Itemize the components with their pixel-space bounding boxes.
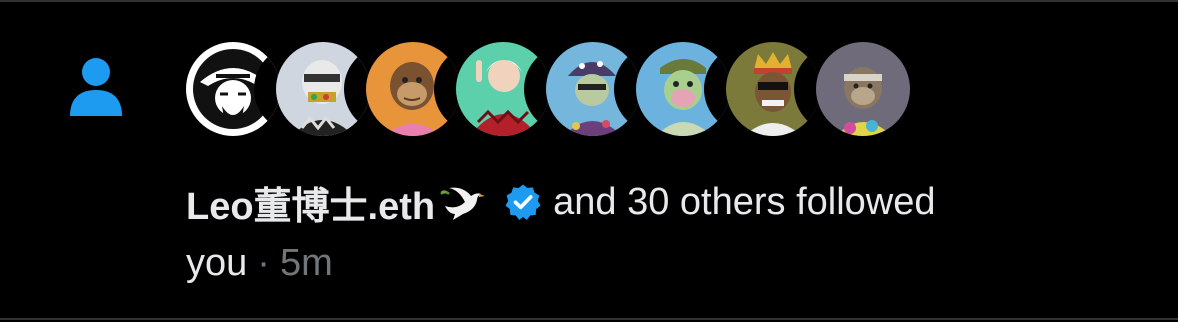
dove-emoji-icon (440, 187, 486, 220)
notification-text: Leo董博士.eth and 30 others followed (186, 174, 936, 230)
verified-badge-icon (505, 184, 541, 220)
timestamp[interactable]: 5m (280, 242, 333, 285)
separator-dot: · (257, 241, 270, 284)
mushroom-ape-avatar[interactable] (546, 42, 640, 136)
divider-top (0, 0, 1178, 2)
person-icon (70, 58, 122, 116)
zombie-ape-avatar[interactable] (636, 42, 730, 136)
notification-message-cont: you (186, 241, 248, 284)
betty-white-avatar[interactable] (456, 42, 550, 136)
follow-notification[interactable]: Leo董博士.eth and 30 others followed you · … (0, 0, 1178, 322)
pirate-logo-avatar[interactable] (186, 42, 280, 136)
orange-ape-avatar[interactable] (366, 42, 460, 136)
robot-ape-avatar[interactable] (276, 42, 370, 136)
actor-name-link[interactable]: Leo董博士.eth (186, 175, 435, 230)
tiedye-ape-avatar[interactable] (816, 42, 910, 136)
divider-bottom (0, 318, 1178, 320)
king-ape-avatar[interactable] (726, 42, 820, 136)
notification-message: and 30 others followed (553, 180, 936, 223)
notification-meta: you · 5m (186, 236, 333, 290)
